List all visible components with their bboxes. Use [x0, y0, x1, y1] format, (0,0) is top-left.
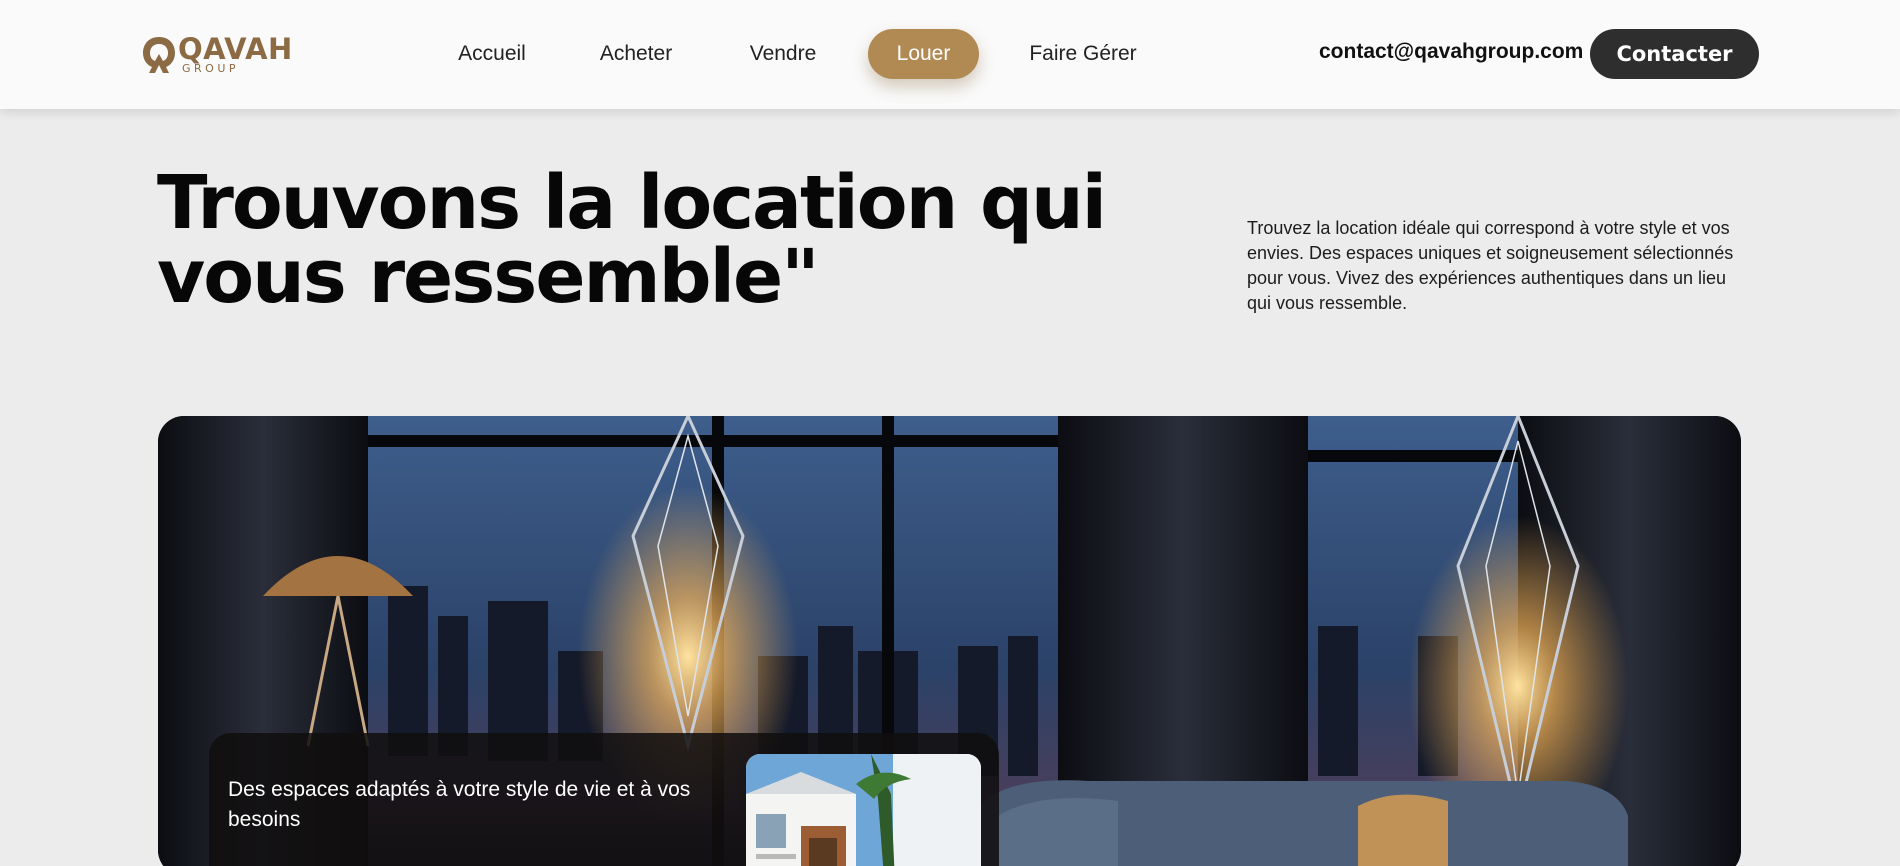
nav-acheter[interactable]: Acheter [591, 29, 681, 79]
nav-faire-gerer[interactable]: Faire Gérer [1023, 29, 1143, 79]
house-photo-icon [746, 754, 981, 866]
qavah-logo-icon [143, 37, 175, 73]
contact-email-link[interactable]: contact@qavahgroup.com [1319, 40, 1583, 64]
top-navbar: QAVAH GROUP Accueil Acheter Vendre Louer… [0, 0, 1900, 109]
nav-louer[interactable]: Louer [868, 29, 979, 79]
hero-title-line-2: vous ressemble" [157, 234, 820, 320]
hero-title: Trouvons la location qui vous ressemble" [157, 166, 1137, 314]
nav-vendre[interactable]: Vendre [743, 29, 823, 79]
brand-name: QAVAH [178, 32, 293, 66]
brand-logo[interactable]: QAVAH GROUP [140, 32, 292, 78]
feature-card-text: Des espaces adaptés à votre style de vie… [228, 778, 691, 831]
hero-description: Trouvez la location idéale qui correspon… [1247, 218, 1734, 313]
property-thumbnail[interactable] [746, 754, 981, 866]
contact-button[interactable]: Contacter [1590, 29, 1759, 79]
feature-card: Des espaces adaptés à votre style de vie… [209, 733, 999, 866]
brand-tagline: GROUP [182, 62, 240, 75]
nav-accueil[interactable]: Accueil [451, 29, 533, 79]
